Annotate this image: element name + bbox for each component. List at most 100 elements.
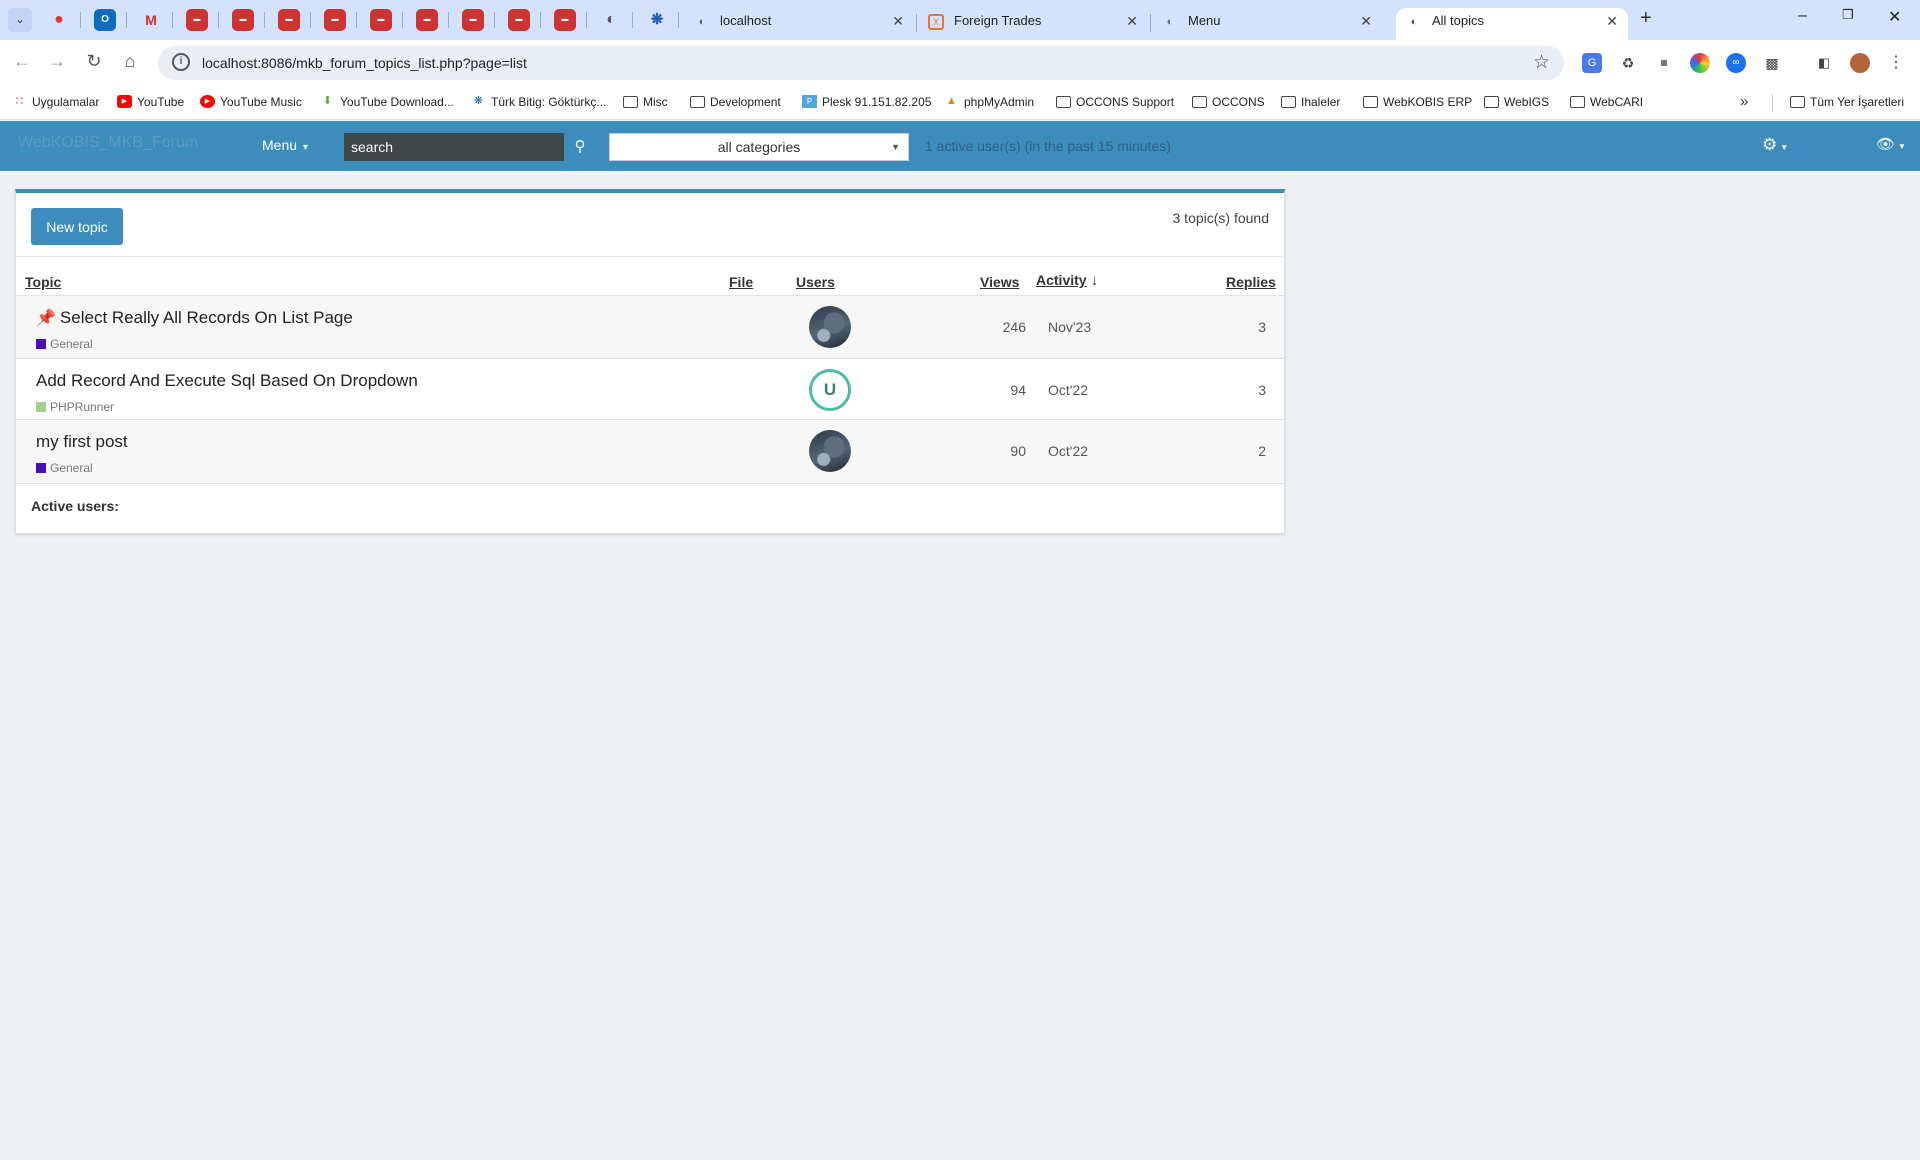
folder-icon — [1056, 96, 1071, 108]
forward-icon[interactable]: → — [45, 51, 69, 72]
category-color-swatch — [36, 463, 46, 473]
pinned-tab-app-icon[interactable]: ▬ — [186, 9, 208, 31]
bookmark-turk-bitig[interactable]: ❋ Türk Bitig: Göktürkç... — [471, 95, 606, 109]
tab-search-chevron-icon[interactable]: ⌄ — [8, 8, 32, 32]
bookmark-folder-webkobis-erp[interactable]: WebKOBIS ERP — [1363, 95, 1472, 109]
tab-label: All topics — [1432, 13, 1485, 28]
app-brand[interactable]: WebKOBIS_MKB_Forum — [18, 134, 198, 152]
topic-activity: Oct'22 — [1048, 443, 1089, 459]
topic-category[interactable]: General — [36, 461, 93, 475]
topic-category[interactable]: PHPRunner — [36, 400, 114, 414]
column-header-replies[interactable]: Replies — [1226, 274, 1276, 290]
caret-down-icon: ▼ — [301, 142, 310, 152]
pinned-tab-record-icon[interactable]: ● — [48, 9, 70, 31]
turk-bitig-icon: ❋ — [473, 95, 484, 107]
recycle-extension-icon[interactable]: ♻ — [1618, 53, 1638, 73]
settings-dropdown[interactable]: ⚙ ▼ — [1762, 135, 1788, 155]
minimize-icon[interactable]: – — [1798, 7, 1807, 25]
new-tab-icon[interactable]: + — [1640, 7, 1652, 30]
profile-avatar[interactable] — [1850, 53, 1870, 73]
table-row[interactable]: my first post General 90 Oct'22 2 — [16, 419, 1284, 483]
close-icon[interactable]: ✕ — [1360, 8, 1372, 34]
bookmark-label: phpMyAdmin — [964, 95, 1035, 109]
bookmark-folder-occons-support[interactable]: OCCONS Support — [1056, 95, 1174, 109]
topic-title[interactable]: 📌 Select Really All Records On List Page — [36, 308, 353, 328]
bookmark-folder-misc[interactable]: Misc — [623, 95, 668, 109]
kebab-menu-icon[interactable]: ⋮ — [1886, 53, 1906, 73]
topic-category[interactable]: General — [36, 337, 93, 351]
avatar[interactable] — [809, 430, 851, 472]
restore-icon[interactable]: ❐ — [1842, 7, 1854, 23]
pinned-tab-app-icon[interactable]: ❋ — [646, 9, 668, 31]
side-panel-icon[interactable]: ◧ — [1814, 53, 1834, 73]
site-info-icon[interactable]: i — [172, 53, 190, 71]
color-picker-extension-icon[interactable] — [1690, 53, 1710, 73]
html-extension-icon[interactable]: ▦ — [1654, 53, 1674, 73]
topic-replies: 3 — [1258, 382, 1266, 398]
home-icon[interactable]: ⌂ — [118, 51, 142, 72]
pinned-tab-app-icon[interactable]: ▬ — [324, 9, 346, 31]
tab-localhost[interactable]: ◐ localhost ✕ — [684, 8, 914, 40]
bookmark-folder-webigs[interactable]: WebIGS — [1484, 95, 1549, 109]
pinned-tab-globe-icon[interactable]: ◐ — [600, 9, 622, 31]
pinned-tab-gmail-icon[interactable]: M — [140, 9, 162, 31]
column-header-topic[interactable]: Topic — [25, 274, 61, 290]
close-icon[interactable]: ✕ — [1126, 8, 1138, 34]
pinned-tab-outlook-icon[interactable]: O — [94, 9, 116, 31]
plesk-icon: P — [802, 95, 817, 108]
url-text[interactable]: localhost:8086/mkb_forum_topics_list.php… — [202, 55, 527, 71]
table-row[interactable]: 📌 Select Really All Records On List Page … — [16, 295, 1284, 358]
pinned-tab-app-icon[interactable]: ▬ — [370, 9, 392, 31]
pinned-tab-app-icon[interactable]: ▬ — [462, 9, 484, 31]
bookmark-youtube-music[interactable]: ▶ YouTube Music — [200, 95, 302, 109]
window-close-icon[interactable]: ✕ — [1888, 7, 1901, 27]
bookmark-youtube[interactable]: ▶ YouTube — [117, 95, 184, 109]
folder-icon — [1363, 96, 1378, 108]
search-input[interactable] — [344, 133, 564, 161]
translate-extension-icon[interactable]: G — [1582, 53, 1602, 73]
back-icon[interactable]: ← — [10, 51, 34, 72]
avatar[interactable]: U — [809, 369, 851, 411]
pinned-tab-app-icon[interactable]: ▬ — [278, 9, 300, 31]
extensions-puzzle-icon[interactable]: ▩ — [1762, 53, 1782, 73]
tab-menu[interactable]: ◐ Menu ✕ — [1152, 8, 1382, 40]
bookmarks-overflow-icon[interactable]: » — [1740, 93, 1748, 110]
bookmark-folder-webcari[interactable]: WebCARI — [1570, 95, 1643, 109]
pinned-tab-app-icon[interactable]: ▬ — [508, 9, 530, 31]
bookmark-phpmyadmin[interactable]: ▲ phpMyAdmin — [944, 95, 1034, 109]
tab-divider — [916, 14, 917, 32]
bookmark-folder-ihaleler[interactable]: Ihaleler — [1281, 95, 1340, 109]
category-select[interactable]: all categories ▼ — [609, 133, 909, 161]
topic-title[interactable]: Add Record And Execute Sql Based On Drop… — [36, 371, 418, 391]
close-icon[interactable]: ✕ — [1606, 8, 1618, 34]
search-icon[interactable]: ⚲ — [566, 133, 594, 161]
column-header-views[interactable]: Views — [980, 274, 1019, 290]
new-topic-button[interactable]: New topic — [31, 208, 123, 245]
table-row[interactable]: Add Record And Execute Sql Based On Drop… — [16, 358, 1284, 419]
address-bar[interactable]: i localhost:8086/mkb_forum_topics_list.p… — [158, 46, 1564, 80]
pinned-tab-app-icon[interactable]: ▬ — [554, 9, 576, 31]
reload-icon[interactable]: ↻ — [82, 51, 106, 72]
pinned-tab-app-icon[interactable]: ▬ — [416, 9, 438, 31]
bookmark-folder-development[interactable]: Development — [690, 95, 781, 109]
bookmark-apps[interactable]: ∷ Uygulamalar — [12, 95, 100, 110]
bookmark-youtube-download[interactable]: ⬇ YouTube Download... — [320, 95, 454, 109]
column-header-file[interactable]: File — [729, 274, 753, 290]
bookmark-star-icon[interactable]: ☆ — [1533, 51, 1550, 74]
menu-dropdown[interactable]: Menu ▼ — [262, 137, 310, 153]
bookmark-folder-all[interactable]: Tüm Yer İşaretleri — [1790, 95, 1904, 109]
category-select-value: all categories — [717, 139, 801, 155]
column-header-activity[interactable]: Activity ↓ — [1036, 272, 1098, 289]
column-header-users[interactable]: Users — [796, 274, 835, 290]
close-icon[interactable]: ✕ — [892, 8, 904, 34]
tab-foreign-trades[interactable]: X Foreign Trades ✕ — [918, 8, 1148, 40]
view-dropdown[interactable]: 👁 ▼ — [1876, 135, 1906, 153]
avatar[interactable] — [809, 306, 851, 348]
bookmark-plesk[interactable]: P Plesk 91.151.82.205 — [802, 95, 931, 109]
pinned-tab-app-icon[interactable]: ▬ — [232, 9, 254, 31]
infinity-extension-icon[interactable]: ∞ — [1726, 53, 1746, 73]
topic-title[interactable]: my first post — [36, 432, 128, 452]
bookmark-folder-occons[interactable]: OCCONS — [1192, 95, 1265, 109]
tab-all-topics[interactable]: ◐ All topics ✕ — [1396, 8, 1628, 40]
caret-down-icon: ▼ — [1780, 143, 1789, 152]
